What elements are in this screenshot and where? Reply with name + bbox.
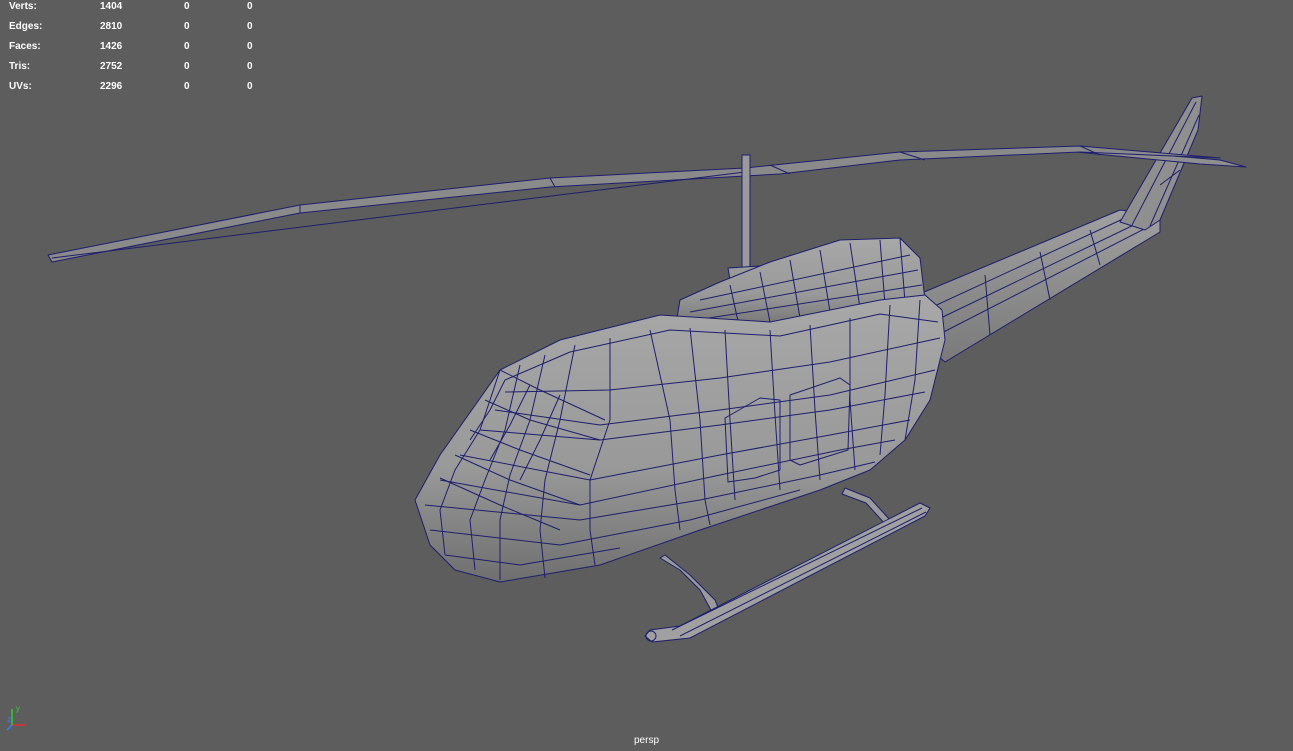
z-axis-line <box>6 724 13 731</box>
3d-viewport[interactable]: Verts: 1404 0 0 Edges: 2810 0 0 Faces: 1… <box>0 0 1293 751</box>
main-rotor-left-wire <box>51 171 746 259</box>
skid-strut-front <box>659 554 721 613</box>
camera-name-label: persp <box>633 735 659 746</box>
axis-gizmo: y z <box>6 704 25 731</box>
helicopter-model[interactable] <box>0 0 1293 751</box>
skid-strut-rear <box>841 487 891 526</box>
y-axis-label: y <box>16 704 20 713</box>
rotor-mast <box>741 154 751 269</box>
z-axis-label: z <box>7 715 11 724</box>
